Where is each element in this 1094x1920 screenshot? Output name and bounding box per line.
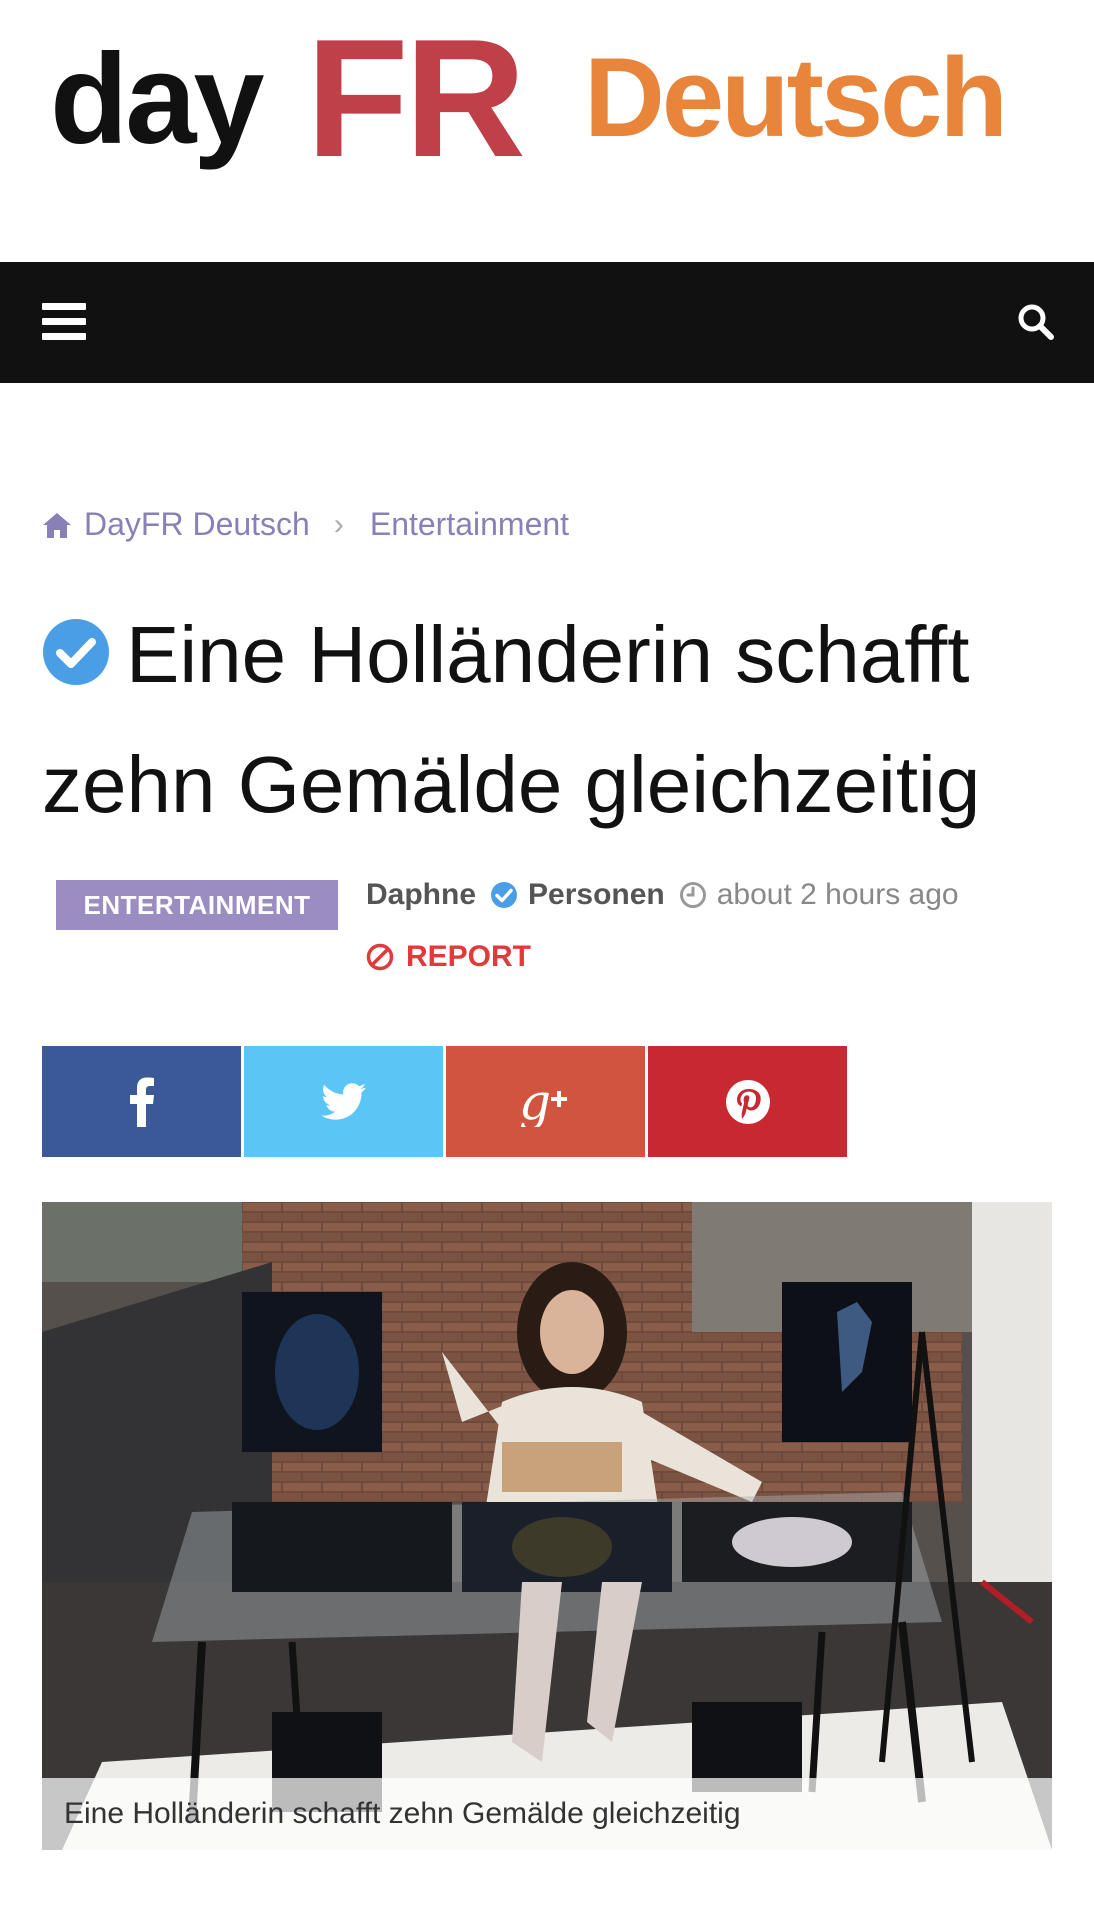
- share-twitter-button[interactable]: [244, 1046, 443, 1157]
- author-group: Personen: [528, 878, 665, 911]
- report-label: REPORT: [406, 940, 532, 973]
- twitter-icon: [320, 1082, 366, 1120]
- pinterest-icon: [725, 1079, 770, 1124]
- article-title: Eine Holländerin schafft zehn Gemälde gl…: [42, 590, 1052, 850]
- logo-deutsch: Deutsch: [584, 35, 1008, 160]
- share-google-plus-button[interactable]: g: [446, 1046, 645, 1157]
- clock-icon: [679, 882, 706, 908]
- breadcrumb: DayFR Deutsch › Entertainment: [42, 506, 569, 543]
- verified-check-icon: [491, 882, 518, 908]
- facebook-icon: [129, 1077, 154, 1127]
- article-title-text: Eine Holländerin schafft zehn Gemälde gl…: [42, 610, 981, 829]
- share-bar: g: [42, 1046, 847, 1157]
- hamburger-icon[interactable]: [42, 303, 86, 341]
- chevron-right-icon: ›: [333, 507, 344, 541]
- publish-time: about 2 hours ago: [716, 878, 959, 911]
- ban-icon: [366, 943, 394, 971]
- article-image[interactable]: Eine Holländerin schafft zehn Gemälde gl…: [42, 1202, 1052, 1850]
- report-button[interactable]: REPORT: [366, 940, 531, 974]
- category-badge[interactable]: ENTERTAINMENT: [56, 880, 338, 930]
- share-facebook-button[interactable]: [42, 1046, 241, 1157]
- google-plus-icon: g: [519, 1077, 567, 1127]
- home-icon: [43, 512, 71, 538]
- logo-day: day: [50, 28, 265, 171]
- image-caption: Eine Holländerin schafft zehn Gemälde gl…: [42, 1778, 1052, 1850]
- breadcrumb-home-link[interactable]: DayFR Deutsch: [84, 506, 310, 543]
- search-icon[interactable]: [1016, 302, 1056, 342]
- nav-bar: [0, 262, 1094, 383]
- logo-fr: FR: [306, 4, 526, 192]
- breadcrumb-section-link[interactable]: Entertainment: [370, 506, 569, 543]
- author-link[interactable]: Daphne: [366, 878, 476, 912]
- share-pinterest-button[interactable]: [648, 1046, 847, 1157]
- article-meta: Daphne Personen about 2 hours ago: [366, 878, 959, 912]
- painter-photo-illustration: [42, 1202, 1052, 1850]
- svg-text:g: g: [519, 1077, 551, 1127]
- verified-check-icon: [43, 619, 109, 685]
